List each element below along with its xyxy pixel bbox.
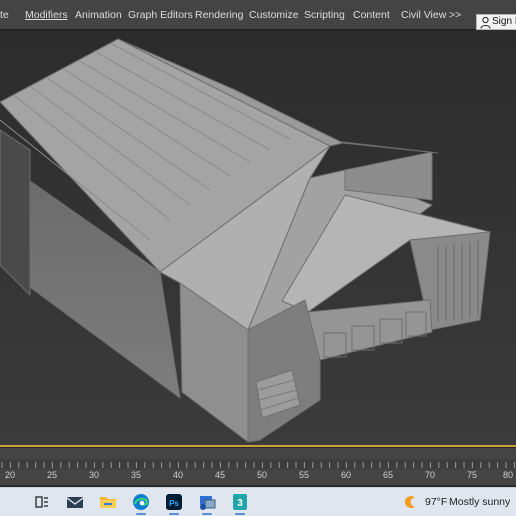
menu-bar: te Modifiers Animation Graph Editors Ren… (0, 0, 516, 30)
timeline-ruler[interactable] (0, 459, 516, 469)
photoshop-active-indicator (169, 513, 179, 515)
menu-item-graph-editors[interactable]: Graph Editors (128, 0, 193, 30)
menu-item-create[interactable]: te (0, 0, 9, 30)
weather-temperature[interactable]: 97°F (425, 496, 447, 508)
sign-in-label: Sign In (492, 16, 516, 27)
menu-overflow-button[interactable]: >> (449, 0, 461, 30)
tick-label: 20 (4, 470, 16, 480)
tick-label: 30 (88, 470, 100, 480)
edge-active-indicator (136, 513, 146, 515)
svg-text:3: 3 (237, 498, 243, 509)
edge-browser-icon[interactable] (132, 493, 150, 511)
tick-label: 60 (340, 470, 352, 480)
partly-sunny-icon[interactable] (404, 494, 420, 510)
menu-item-modifiers[interactable]: Modifiers (25, 0, 68, 30)
perspective-viewport[interactable] (0, 31, 516, 446)
tick-label: 75 (466, 470, 478, 480)
tick-label: 40 (172, 470, 184, 480)
tick-label: 55 (298, 470, 310, 480)
menu-item-animation[interactable]: Animation (75, 0, 122, 30)
left-wall-dark-band (0, 129, 31, 296)
svg-text:Ps: Ps (169, 499, 179, 508)
tick-label: 35 (130, 470, 142, 480)
tick-label: 70 (424, 470, 436, 480)
menu-item-customize[interactable]: Customize (249, 0, 299, 30)
remote-desktop-icon[interactable] (198, 493, 216, 511)
sign-in-button[interactable]: Sign In (476, 14, 516, 30)
porch-railing (307, 299, 433, 361)
tick-label: 65 (382, 470, 394, 480)
mail-icon[interactable] (66, 493, 84, 511)
file-explorer-icon[interactable] (99, 493, 117, 511)
weather-condition[interactable]: Mostly sunny (449, 496, 510, 508)
house-model (0, 38, 491, 443)
menu-item-civil-view[interactable]: Civil View (401, 0, 446, 30)
remote-desktop-active-indicator (202, 513, 212, 515)
tick-label: 50 (256, 470, 268, 480)
menu-item-content[interactable]: Content (353, 0, 390, 30)
3ds-max-icon[interactable]: 3 (231, 493, 249, 511)
tick-label: 25 (46, 470, 58, 480)
task-view-icon[interactable] (33, 493, 51, 511)
timeline-ticks (1, 462, 515, 468)
3ds-max-active-indicator (235, 513, 245, 515)
tick-label: 45 (214, 470, 226, 480)
menu-item-rendering[interactable]: Rendering (195, 0, 243, 30)
tick-label: 80 (502, 470, 514, 480)
menu-item-scripting[interactable]: Scripting (304, 0, 345, 30)
photoshop-icon[interactable]: Ps (165, 493, 183, 511)
user-icon (480, 16, 491, 29)
